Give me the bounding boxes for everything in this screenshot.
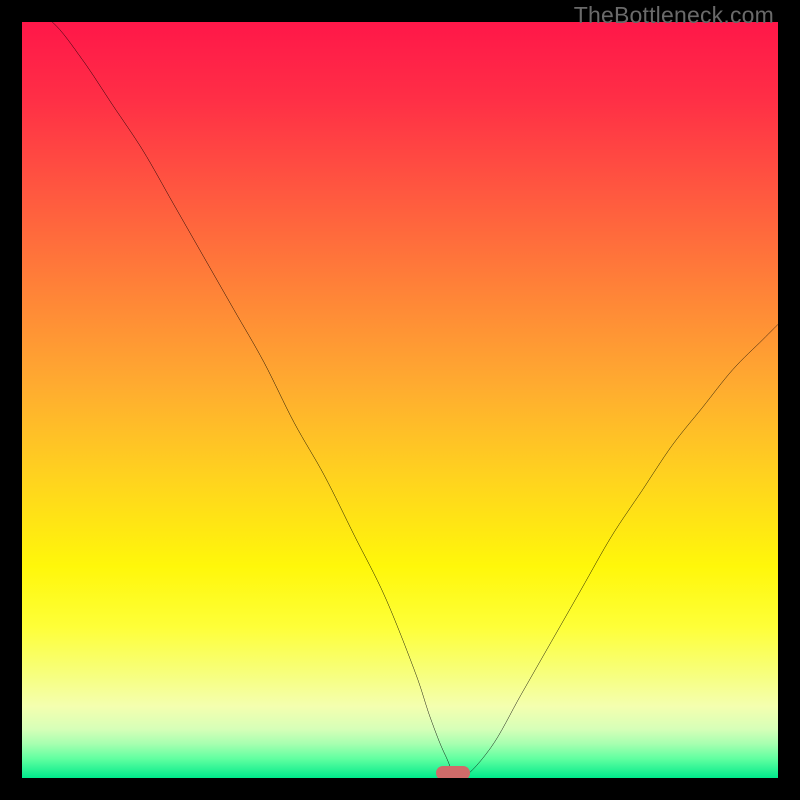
- chart-frame: TheBottleneck.com: [0, 0, 800, 800]
- bottleneck-curve: [22, 22, 778, 778]
- plot-area: [22, 22, 778, 778]
- optimal-marker: [436, 766, 470, 778]
- watermark-text: TheBottleneck.com: [574, 2, 774, 29]
